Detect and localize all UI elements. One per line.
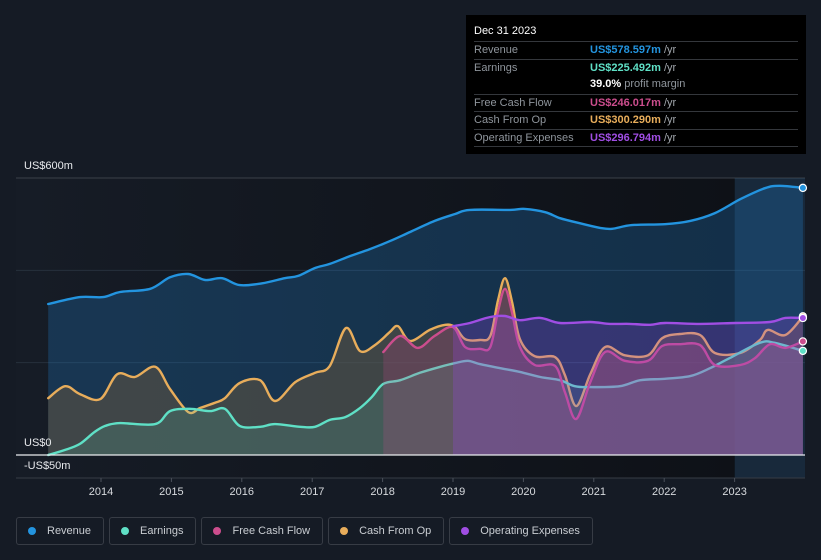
tooltip-row-revenue: Revenue US$578.597m/yr	[474, 41, 798, 59]
profit-margin-text: profit margin	[624, 78, 686, 90]
operating-expenses-dot-icon	[461, 527, 470, 535]
revenue-dot-icon	[28, 527, 36, 535]
tooltip-row-free-cash-flow: Free Cash Flow US$246.017m/yr	[474, 93, 798, 112]
profit-margin-value: 39.0%	[590, 78, 622, 90]
tooltip-value-wrap: US$246.017m/yr	[590, 95, 676, 112]
tooltip: Dec 31 2023 Revenue US$578.597m/yr Earni…	[466, 15, 806, 154]
tooltip-label: Free Cash Flow	[474, 96, 552, 109]
legend-label: Earnings	[140, 525, 184, 537]
tooltip-value: US$246.017m	[590, 96, 661, 109]
x-tick-label: 2020	[511, 486, 535, 498]
legend: Revenue Earnings Free Cash Flow Cash Fro…	[16, 517, 593, 545]
legend-label: Free Cash Flow	[232, 525, 311, 537]
x-tick-label: 2016	[230, 486, 254, 498]
x-tick-label: 2017	[300, 486, 324, 498]
y-tick-label-minus-50: -US$50m	[24, 460, 71, 472]
tooltip-value: US$300.290m	[590, 114, 661, 126]
revenue-end-marker[interactable]	[798, 183, 808, 193]
legend-label: Revenue	[47, 525, 92, 537]
tooltip-value: US$578.597m	[590, 44, 661, 56]
tooltip-label: Revenue	[474, 44, 519, 56]
tooltip-unit: /yr	[663, 114, 677, 126]
tooltip-value-wrap: US$300.290m/yr	[590, 112, 676, 129]
tooltip-unit: /yr	[663, 131, 677, 144]
x-tick-label: 2021	[582, 486, 606, 498]
tooltip-label: Operating Expenses	[474, 131, 574, 144]
x-tick-label: 2015	[159, 486, 183, 498]
earnings-dot-icon	[121, 527, 130, 535]
tooltip-value-wrap: US$296.794m/yr	[590, 130, 676, 147]
tooltip-margin-line: 39.0% profit margin	[474, 76, 798, 93]
tooltip-label-empty	[474, 76, 590, 93]
tooltip-row-operating-expenses: Operating Expenses US$296.794m/yr	[474, 128, 798, 147]
opex-area	[453, 315, 803, 455]
x-tick-label: 2014	[89, 486, 113, 498]
tooltip-value-wrap: US$225.492m/yr	[590, 60, 676, 77]
legend-item-free-cash-flow[interactable]: Free Cash Flow	[201, 517, 324, 545]
fcf-end-marker[interactable]	[798, 337, 808, 346]
x-tick-label: 2022	[652, 486, 676, 498]
legend-label: Cash From Op	[359, 525, 432, 537]
tooltip-date: Dec 31 2023	[474, 25, 537, 37]
tooltip-label: Earnings	[474, 61, 518, 74]
x-tick-label: 2018	[370, 486, 394, 498]
tooltip-unit: /yr	[663, 96, 677, 109]
tooltip-earnings-line: Earnings US$225.492m/yr	[474, 60, 798, 77]
legend-label: Operating Expenses	[480, 525, 580, 537]
tooltip-unit: /yr	[663, 44, 677, 56]
earnings-end-marker[interactable]	[798, 346, 808, 356]
opex-end-marker[interactable]	[798, 313, 808, 323]
tooltip-value: US$225.492m	[590, 61, 661, 74]
tooltip-row-earnings: Earnings US$225.492m/yr 39.0% profit marg…	[474, 58, 798, 94]
tooltip-unit: /yr	[663, 61, 677, 74]
x-tick-label: 2023	[722, 486, 746, 498]
tooltip-label: Cash From Op	[474, 114, 547, 126]
profit-margin: 39.0% profit margin	[590, 76, 685, 93]
legend-item-operating-expenses[interactable]: Operating Expenses	[449, 517, 593, 545]
tooltip-value-wrap: US$578.597m/yr	[590, 42, 676, 59]
legend-item-earnings[interactable]: Earnings	[109, 517, 197, 545]
legend-item-revenue[interactable]: Revenue	[16, 517, 105, 545]
cash-from-op-dot-icon	[340, 527, 349, 535]
y-tick-label-600: US$600m	[24, 160, 73, 172]
tooltip-row-cash-from-op: Cash From Op US$300.290m/yr	[474, 111, 798, 129]
x-tick-label: 2019	[441, 486, 465, 498]
y-tick-label-0: US$0	[24, 437, 52, 449]
legend-item-cash-from-op[interactable]: Cash From Op	[328, 517, 445, 545]
free-cash-flow-dot-icon	[213, 527, 222, 535]
tooltip-value: US$296.794m	[590, 131, 661, 144]
